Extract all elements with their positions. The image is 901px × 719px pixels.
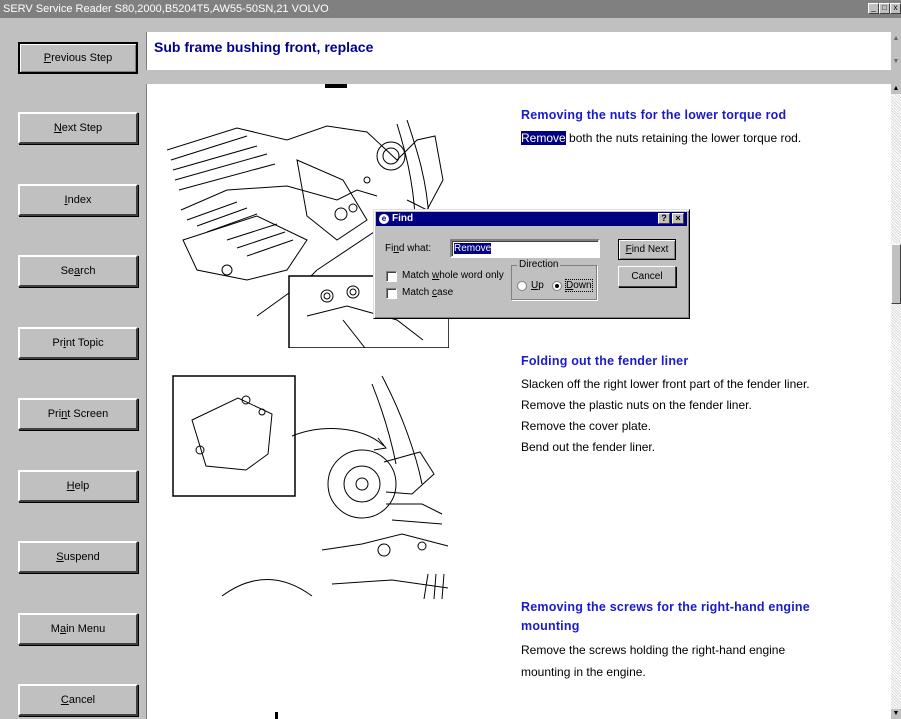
window-title: SERV Service Reader S80,2000,B5204T5,AW5… bbox=[3, 3, 329, 15]
scrollbar-thumb[interactable] bbox=[891, 244, 901, 304]
section-text-line: Remove the screws holding the right-hand… bbox=[521, 643, 786, 657]
maximize-button[interactable]: □ bbox=[879, 3, 890, 14]
minimize-button[interactable]: _ bbox=[868, 3, 879, 14]
navigation-panel: Previous Step Next Step Index Search Pri… bbox=[0, 18, 146, 719]
section-text-line: mounting in the engine. bbox=[521, 665, 646, 679]
content-pane: Removing the nuts for the lower torque r… bbox=[146, 84, 891, 719]
section-title-engine-mounting-cont: mounting bbox=[521, 619, 580, 633]
section-text-torque-rod: Remove both the nuts retaining the lower… bbox=[521, 131, 802, 145]
print-topic-button[interactable]: Print Topic bbox=[18, 327, 138, 359]
find-cancel-button[interactable]: Cancel bbox=[618, 266, 676, 287]
close-button[interactable]: x bbox=[890, 3, 901, 14]
image-marker bbox=[325, 84, 347, 88]
find-what-label: Find what: bbox=[385, 243, 432, 254]
find-next-button[interactable]: Find Next bbox=[618, 239, 676, 260]
main-menu-button[interactable]: Main Menu bbox=[18, 613, 138, 645]
scroll-up-arrow-icon[interactable]: ▲ bbox=[891, 34, 901, 44]
scroll-up-arrow-icon[interactable]: ▲ bbox=[891, 84, 901, 94]
section-title-engine-mounting: Removing the screws for the right-hand e… bbox=[521, 600, 810, 614]
content-scrollbar[interactable]: ▲ ▼ bbox=[891, 84, 901, 719]
section-text-line: Slacken off the right lower front part o… bbox=[521, 377, 810, 391]
page-title: Sub frame bushing front, replace bbox=[154, 39, 374, 55]
index-button[interactable]: Index bbox=[18, 184, 138, 216]
section-text-line: Remove the plastic nuts on the fender li… bbox=[521, 398, 752, 412]
direction-up-label: Up bbox=[531, 280, 544, 291]
section-text-line: Bend out the fender liner. bbox=[521, 440, 656, 454]
match-whole-word-label: Match whole word only bbox=[402, 270, 504, 281]
direction-down-label: Down bbox=[565, 279, 593, 292]
header-scrollbar[interactable]: ▲ ▼ bbox=[891, 32, 901, 70]
direction-down-radio[interactable] bbox=[552, 281, 562, 291]
window-titlebar: SERV Service Reader S80,2000,B5204T5,AW5… bbox=[0, 0, 901, 18]
image-marker-bottom bbox=[275, 712, 278, 719]
match-case-checkbox[interactable] bbox=[386, 288, 397, 299]
print-screen-button[interactable]: Print Screen bbox=[18, 398, 138, 430]
find-dialog-app-icon: e bbox=[379, 214, 389, 224]
help-button[interactable]: Help bbox=[18, 470, 138, 502]
find-what-input[interactable]: Remove bbox=[450, 239, 600, 258]
find-dialog-titlebar: e Find ? × bbox=[376, 212, 687, 226]
scroll-down-arrow-icon[interactable]: ▼ bbox=[891, 709, 901, 719]
direction-up-radio[interactable] bbox=[517, 281, 527, 291]
scroll-down-arrow-icon[interactable]: ▼ bbox=[891, 57, 901, 67]
find-dialog: e Find ? × Find what: Remove Find Next C… bbox=[373, 209, 690, 319]
match-case-label: Match case bbox=[402, 287, 454, 298]
suspend-button[interactable]: Suspend bbox=[18, 541, 138, 573]
cancel-button[interactable]: Cancel bbox=[18, 684, 138, 716]
fender-liner-illustration bbox=[172, 375, 449, 599]
previous-step-button[interactable]: Previous Step bbox=[18, 42, 138, 74]
topic-header: Sub frame bushing front, replace bbox=[146, 32, 891, 70]
close-icon[interactable]: × bbox=[672, 213, 684, 224]
section-title-torque-rod: Removing the nuts for the lower torque r… bbox=[521, 108, 787, 122]
next-step-button[interactable]: Next Step bbox=[18, 112, 138, 144]
search-highlight: Remove bbox=[521, 131, 566, 145]
direction-label: Direction bbox=[517, 259, 561, 270]
search-button[interactable]: Search bbox=[18, 255, 138, 287]
section-title-fender-liner: Folding out the fender liner bbox=[521, 354, 689, 368]
help-question-button[interactable]: ? bbox=[658, 213, 670, 224]
match-whole-word-checkbox[interactable] bbox=[386, 271, 397, 282]
section-text-line: Remove the cover plate. bbox=[521, 419, 652, 433]
